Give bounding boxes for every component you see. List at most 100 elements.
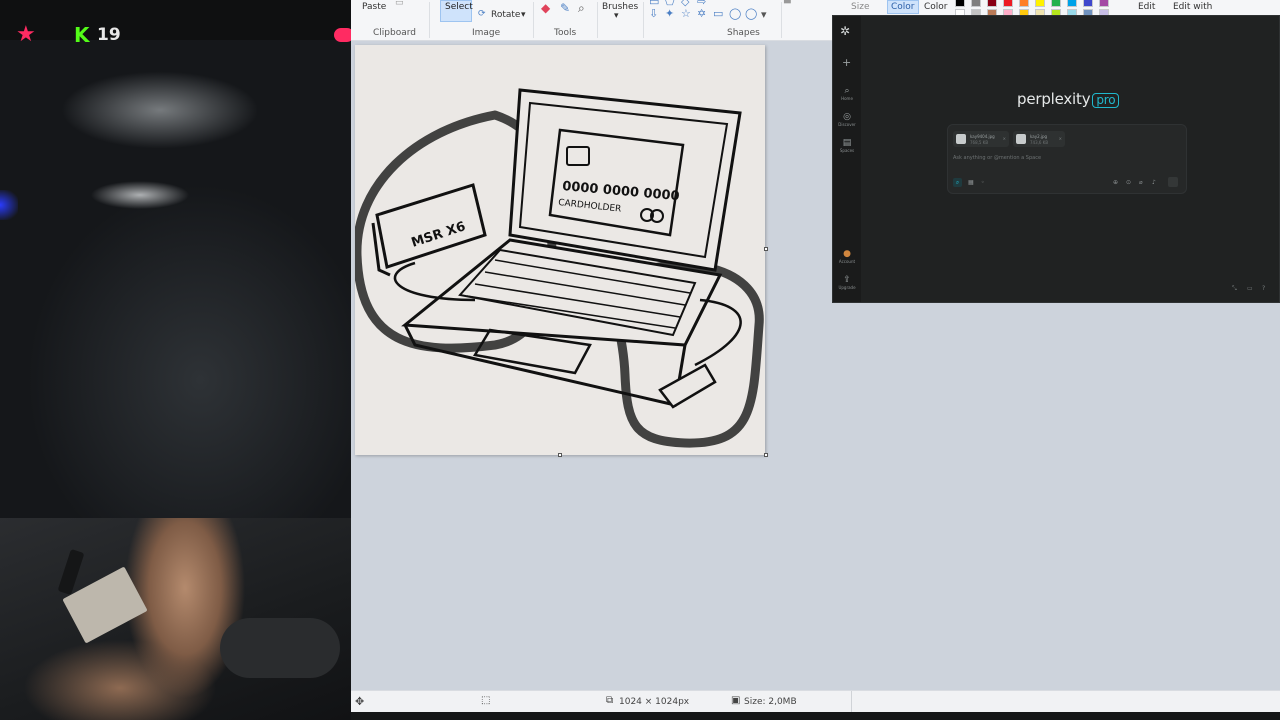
palette-swatch[interactable]: [1035, 0, 1045, 7]
shape-callout-cloud-icon[interactable]: ◯: [745, 8, 757, 19]
new-thread-icon[interactable]: +: [842, 56, 851, 69]
remove-file-icon[interactable]: ×: [1003, 136, 1006, 141]
nav-spaces[interactable]: ▤ Spaces: [833, 138, 861, 153]
file-thumbnail: [956, 134, 966, 144]
resize-handle-right[interactable]: [764, 247, 768, 251]
shape-callout-oval-icon[interactable]: ◯: [729, 8, 741, 19]
palette-swatch[interactable]: [1099, 0, 1109, 7]
ask-box[interactable]: kay9404.jpg 768,5 KB × kay2.jpg 743,6 KB…: [947, 124, 1187, 194]
file-size-label: 743,6 KB: [1030, 140, 1049, 145]
perplexity-window: ✲ + ⌕ Home ◎ Discover ▤ Spaces ● Account…: [832, 15, 1280, 303]
color2-button[interactable]: Color: [924, 2, 948, 12]
keyboard-icon[interactable]: ▭: [1247, 285, 1253, 292]
paint-status-bar: ✥ ⬚ ⧉ 1024 × 1024px ▣ Size: 2,0MB: [351, 690, 1280, 712]
globe-icon[interactable]: ⊕: [1113, 179, 1118, 186]
color1-button[interactable]: Color: [887, 0, 919, 14]
nav-home-label: Home: [841, 96, 853, 101]
palette-swatch[interactable]: [987, 0, 997, 7]
ask-input[interactable]: Ask anything or @mention a Space: [953, 155, 1041, 161]
focus-search-icon[interactable]: ⌕: [953, 178, 962, 187]
size-button[interactable]: Size: [851, 2, 869, 12]
shape-callout-rect-icon[interactable]: ▭: [713, 8, 723, 19]
outline-icon[interactable]: ▬: [783, 0, 792, 7]
webcam-feed-bottom: [0, 518, 351, 720]
brushes-chevron-icon[interactable]: ▾: [614, 11, 619, 21]
expand-icon[interactable]: ⤡: [1232, 285, 1237, 293]
viewer-count: 19: [97, 25, 121, 45]
stream-top-bar: [0, 0, 351, 40]
spaces-icon: ▤: [842, 138, 852, 148]
select-button[interactable]: Select: [440, 0, 473, 22]
heart-icon: [334, 28, 351, 42]
canvas-drawing: 0000 0000 0000 CARDHOLDER MSR X6: [352, 88, 764, 448]
palette-swatch[interactable]: [1067, 0, 1077, 7]
select-label: Select: [445, 2, 473, 12]
chevron-down-icon[interactable]: ▾: [521, 10, 526, 20]
kick-logo-icon: K: [74, 23, 90, 47]
group-shapes: Shapes: [727, 28, 760, 38]
nav-upgrade[interactable]: ⇪ Upgrade: [833, 275, 861, 290]
attach-icon[interactable]: ⌀: [1139, 179, 1143, 186]
webcam-feed-top: ★ K 19: [0, 0, 351, 518]
eraser-icon[interactable]: ◆: [541, 1, 550, 15]
submit-button[interactable]: [1168, 177, 1178, 187]
shape-diamond-icon[interactable]: ◇: [681, 0, 689, 7]
taskbar-strip: [351, 712, 1280, 720]
palette-swatch[interactable]: [1003, 0, 1013, 7]
move-icon: ✥: [355, 695, 365, 708]
canvas-dimensions: 1024 × 1024px: [619, 697, 690, 707]
shapes-more-icon[interactable]: ▾: [761, 9, 767, 20]
avatar: ●: [843, 249, 851, 259]
perplexity-logo-icon[interactable]: ✲: [840, 24, 850, 38]
monitor-glow: [0, 190, 18, 220]
palette-swatch[interactable]: [1019, 0, 1029, 7]
attached-file-2[interactable]: kay2.jpg 743,6 KB ×: [1013, 131, 1065, 147]
chair-armrest: [220, 618, 340, 678]
rotate-icon[interactable]: ⟳: [478, 9, 486, 19]
file-size-label: 768,5 KB: [970, 140, 989, 145]
resize-handle-bottom[interactable]: [558, 453, 562, 457]
model-selector-icon[interactable]: ▦: [968, 179, 974, 186]
nav-discover[interactable]: ◎ Discover: [833, 112, 861, 127]
selection-icon: ⬚: [481, 695, 491, 706]
microphone-icon[interactable]: ♪: [1152, 179, 1156, 186]
resize-handle-corner[interactable]: [764, 453, 768, 457]
nav-account[interactable]: ● Account: [833, 249, 861, 264]
help-icon[interactable]: ?: [1262, 285, 1265, 292]
paste-button[interactable]: Paste: [362, 2, 386, 12]
sources-icon[interactable]: ⊙: [1126, 179, 1131, 186]
shape-star4-icon[interactable]: ✦: [665, 8, 674, 19]
canvas-size-icon: ⧉: [606, 695, 614, 706]
drawing-canvas[interactable]: 0000 0000 0000 CARDHOLDER MSR X6: [352, 45, 765, 455]
brand-wordmark: perplexity: [1017, 90, 1091, 108]
nav-home[interactable]: ⌕ Home: [833, 86, 861, 101]
info-icon[interactable]: ◦: [981, 179, 985, 186]
shape-star5-icon[interactable]: ☆: [681, 8, 691, 19]
shape-polygon-icon[interactable]: ⬠: [665, 0, 675, 7]
shape-star6-icon[interactable]: ✡: [697, 8, 706, 19]
shape-arrow-icon[interactable]: ⇨: [697, 0, 706, 7]
palette-swatch[interactable]: [1051, 0, 1061, 7]
edit-with-button[interactable]: Edit with: [1173, 2, 1212, 12]
brushes-button[interactable]: Brushes: [602, 2, 638, 12]
remove-file-icon[interactable]: ×: [1059, 136, 1062, 141]
nav-discover-label: Discover: [838, 122, 856, 127]
shape-arrow-down-icon[interactable]: ⇩: [649, 8, 658, 19]
palette-swatch[interactable]: [971, 0, 981, 7]
copy-icon[interactable]: ▭: [395, 0, 404, 8]
attached-file-1[interactable]: kay9404.jpg 768,5 KB ×: [953, 131, 1009, 147]
status-divider: [851, 691, 852, 712]
file-size: Size: 2,0MB: [744, 697, 797, 707]
pro-badge: pro: [1092, 93, 1120, 108]
rotate-button[interactable]: Rotate: [491, 10, 520, 20]
color1-label: Color: [891, 2, 915, 12]
palette-swatch[interactable]: [1083, 0, 1093, 7]
magnifier-icon[interactable]: ⌕: [578, 1, 585, 16]
stream-overlay: ★ K 19: [0, 0, 351, 720]
shape-rect-icon[interactable]: ▭: [649, 0, 659, 7]
file-name: kay2.jpg: [1030, 134, 1048, 139]
perplexity-brand: perplexity pro: [1017, 90, 1120, 108]
palette-swatch[interactable]: [955, 0, 965, 7]
edit-colors-button[interactable]: Edit: [1138, 2, 1155, 12]
color-picker-icon[interactable]: ✎: [560, 1, 570, 15]
